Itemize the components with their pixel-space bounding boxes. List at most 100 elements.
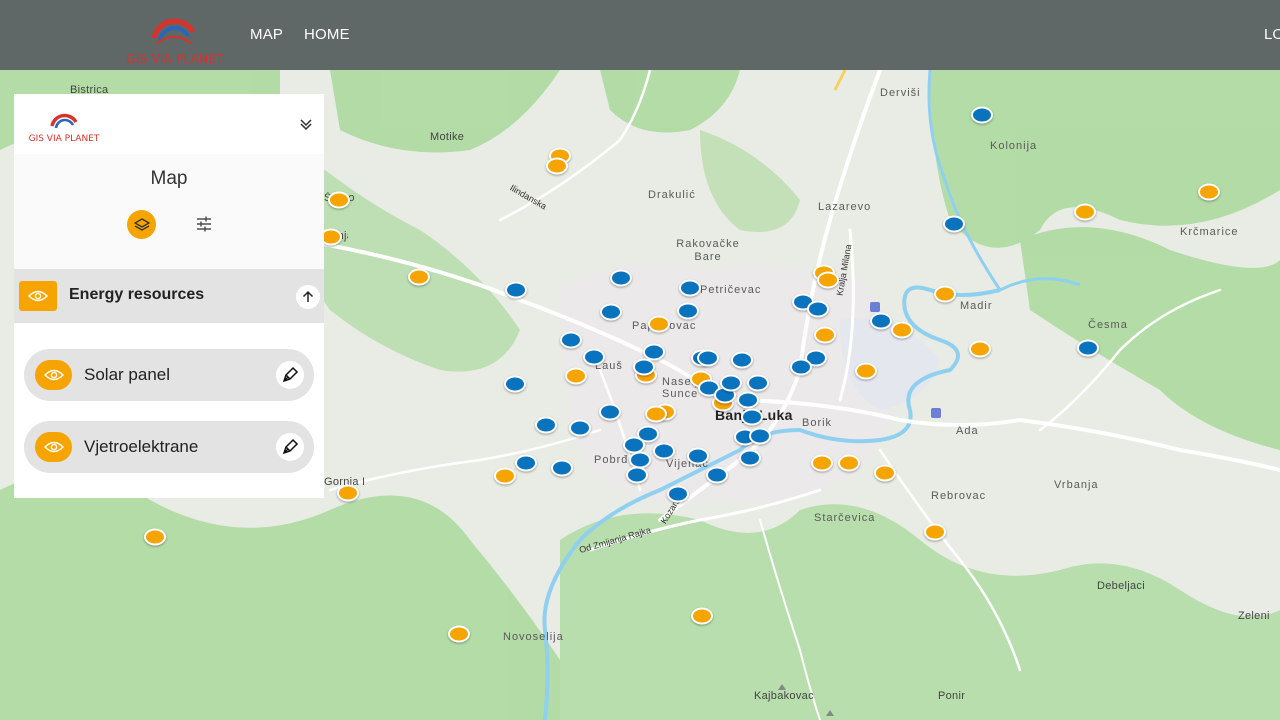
filter-sliders-icon[interactable] (194, 214, 214, 234)
wind-turbine-marker[interactable] (971, 106, 993, 124)
solar-visibility-toggle[interactable] (35, 360, 72, 390)
wind-turbine-marker[interactable] (1077, 339, 1099, 357)
solar-panel-marker[interactable] (891, 321, 913, 339)
login-link[interactable]: LO (1264, 26, 1280, 43)
solar-panel-marker[interactable] (546, 157, 568, 175)
solar-panel-marker[interactable] (838, 454, 860, 472)
solar-panel-marker[interactable] (328, 191, 350, 209)
solar-panel-marker[interactable] (855, 362, 877, 380)
solar-panel-marker[interactable] (1198, 183, 1220, 201)
wind-turbine-marker[interactable] (560, 331, 582, 349)
solar-panel-marker[interactable] (648, 315, 670, 333)
wind-edit-button[interactable] (276, 433, 304, 461)
place-cesma: Česma (1088, 319, 1128, 331)
wind-turbine-marker[interactable] (599, 403, 621, 421)
place-motike: Motike (430, 131, 465, 143)
wind-turbine-marker[interactable] (749, 427, 771, 445)
wind-turbine-marker[interactable] (515, 454, 537, 472)
solar-panel-marker[interactable] (645, 405, 667, 423)
solar-panel-marker[interactable] (565, 367, 587, 385)
nav-map[interactable]: MAP (250, 26, 283, 43)
pen-icon (282, 366, 299, 383)
wind-turbine-marker[interactable] (870, 312, 892, 330)
wind-turbine-marker[interactable] (706, 466, 728, 484)
place-ada: Ada (956, 425, 979, 437)
place-dervisi: Derviši (880, 87, 921, 99)
wind-turbine-marker[interactable] (790, 358, 812, 376)
energy-resources-section: Energy resources (14, 269, 324, 323)
layers-icon (133, 217, 150, 231)
wind-turbine-marker[interactable] (610, 269, 632, 287)
wind-turbine-marker[interactable] (697, 349, 719, 367)
wind-turbine-marker[interactable] (739, 449, 761, 467)
brand-logo[interactable]: GIS VIA PLANET (118, 2, 232, 68)
place-rakovacke-bare: Rakovačke Bare (676, 238, 740, 263)
solar-panel-marker[interactable] (874, 464, 896, 482)
solar-panel-marker[interactable] (448, 625, 470, 643)
layer-label-wind: Vjetroelektrane (84, 437, 199, 456)
solar-panel-marker[interactable] (817, 271, 839, 289)
place-madir: Madir (960, 300, 993, 312)
top-navbar: GIS VIA PLANET MAP HOME LO (0, 0, 1280, 70)
wind-turbine-marker[interactable] (667, 485, 689, 503)
place-kajbakovac: Kajbakovac (754, 690, 814, 702)
wind-turbine-marker[interactable] (807, 300, 829, 318)
chevron-double-down-icon[interactable] (298, 116, 314, 132)
layer-item-solar-panel: Solar panel (24, 349, 314, 401)
solar-panel-marker[interactable] (144, 528, 166, 546)
solar-panel-marker[interactable] (934, 285, 956, 303)
nav-home[interactable]: HOME (304, 26, 350, 43)
wind-turbine-marker[interactable] (535, 416, 557, 434)
place-zeleni: Zeleni (1238, 610, 1270, 622)
wind-turbine-marker[interactable] (505, 281, 527, 299)
wind-turbine-marker[interactable] (569, 419, 591, 437)
wind-turbine-marker[interactable] (737, 391, 759, 409)
place-drakulic: Drakulić (648, 189, 696, 201)
place-debeljaci: Debeljaci (1097, 580, 1145, 592)
place-petricevac: Petričevac (700, 284, 762, 296)
wind-turbine-marker[interactable] (677, 302, 699, 320)
place-kolonija: Kolonija (990, 140, 1038, 152)
wind-visibility-toggle[interactable] (35, 432, 72, 462)
solar-panel-marker[interactable] (1074, 203, 1096, 221)
panel-logo-icon (50, 113, 78, 129)
solar-panel-marker[interactable] (924, 523, 946, 541)
wind-turbine-marker[interactable] (633, 358, 655, 376)
layer-item-vjetroelektrane: Vjetroelektrane (24, 421, 314, 473)
wind-turbine-marker[interactable] (747, 374, 769, 392)
wind-turbine-marker[interactable] (687, 447, 709, 465)
wind-turbine-marker[interactable] (720, 374, 742, 392)
panel-logo: GIS VIA PLANET (24, 104, 104, 144)
wind-turbine-marker[interactable] (679, 279, 701, 297)
wind-turbine-marker[interactable] (600, 303, 622, 321)
pen-icon (282, 438, 299, 455)
layers-panel: GIS VIA PLANET Map Energy resources Sola… (14, 94, 324, 498)
section-visibility-toggle[interactable] (19, 281, 57, 311)
wind-turbine-marker[interactable] (583, 348, 605, 366)
layer-label-solar: Solar panel (84, 365, 171, 384)
layers-tool-button[interactable] (127, 210, 156, 239)
place-krcmarice: Krčmarice (1180, 226, 1239, 238)
solar-panel-marker[interactable] (337, 484, 359, 502)
place-novoselija: Novoselija (503, 631, 564, 643)
wind-turbine-marker[interactable] (741, 408, 763, 426)
wind-turbine-marker[interactable] (653, 442, 675, 460)
solar-panel-marker[interactable] (811, 454, 833, 472)
wind-turbine-marker[interactable] (626, 466, 648, 484)
solar-panel-marker[interactable] (494, 467, 516, 485)
wind-turbine-marker[interactable] (504, 375, 526, 393)
arrow-up-icon (302, 290, 314, 302)
solar-panel-marker[interactable] (969, 340, 991, 358)
solar-panel-marker[interactable] (408, 268, 430, 286)
solar-edit-button[interactable] (276, 361, 304, 389)
place-rebrovac: Rebrovac (931, 490, 987, 502)
logo-text: GIS VIA PLANET (126, 52, 224, 66)
section-collapse-button[interactable] (296, 285, 320, 309)
place-borik: Borik (802, 417, 833, 429)
solar-panel-marker[interactable] (691, 607, 713, 625)
solar-panel-marker[interactable] (814, 326, 836, 344)
wind-turbine-marker[interactable] (731, 351, 753, 369)
wind-turbine-marker[interactable] (551, 459, 573, 477)
place-vrbanja: Vrbanja (1054, 479, 1099, 491)
wind-turbine-marker[interactable] (943, 215, 965, 233)
